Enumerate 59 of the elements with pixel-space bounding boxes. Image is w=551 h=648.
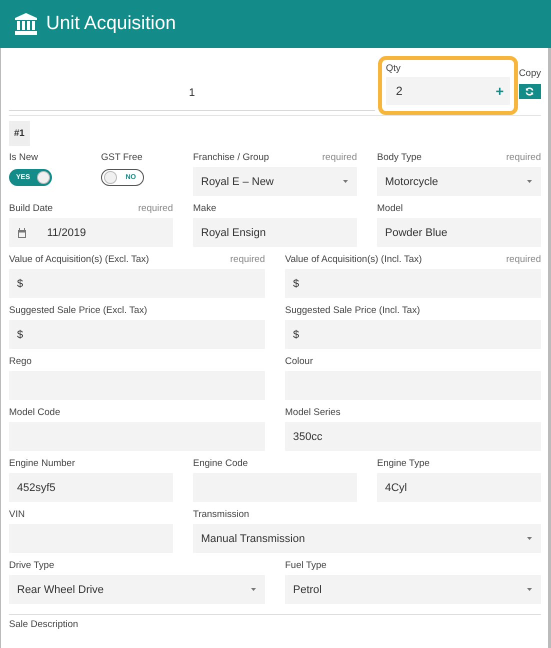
select-field[interactable]: Petrol bbox=[285, 575, 541, 604]
input-field[interactable]: 350cc bbox=[285, 422, 541, 451]
bank-icon bbox=[14, 13, 38, 35]
field-label: Is New bbox=[9, 152, 38, 165]
required-note: required bbox=[506, 254, 541, 267]
unit-number-badge: #1 bbox=[9, 121, 30, 146]
caret-icon bbox=[526, 179, 533, 184]
required-note: required bbox=[506, 152, 541, 165]
copy-button[interactable] bbox=[518, 84, 541, 99]
caret-icon bbox=[250, 587, 257, 592]
unit-tab[interactable]: 1 bbox=[9, 60, 375, 111]
field-label: Engine Type bbox=[377, 458, 430, 471]
refresh-icon bbox=[525, 87, 534, 96]
field-label: Colour bbox=[285, 356, 313, 369]
field-label: GST Free bbox=[101, 152, 143, 165]
select-field[interactable]: Motorcycle bbox=[377, 167, 541, 196]
field-label: Rego bbox=[9, 356, 32, 369]
field-label: Suggested Sale Price (Incl. Tax) bbox=[285, 305, 420, 318]
required-note: required bbox=[230, 254, 265, 267]
field-label: Value of Acquisition(s) (Excl. Tax) bbox=[9, 254, 150, 267]
field-label: Engine Number bbox=[9, 458, 76, 471]
field-label: Model Series bbox=[285, 407, 340, 420]
caret-icon bbox=[526, 536, 533, 541]
field-label: Value of Acquisition(s) (Incl. Tax) bbox=[285, 254, 422, 267]
field-label: Body Type bbox=[377, 152, 422, 165]
select-field[interactable]: Royal E – New bbox=[193, 167, 357, 196]
field-label: VIN bbox=[9, 509, 25, 522]
copy-label: Copy bbox=[518, 68, 541, 79]
field-label: Engine Code bbox=[193, 458, 248, 471]
input-field[interactable]: Powder Blue bbox=[377, 218, 541, 247]
field-label: Model Code bbox=[9, 407, 60, 420]
calendar-icon bbox=[17, 228, 27, 238]
input-field[interactable]: 4Cyl bbox=[377, 473, 541, 502]
field-label: Fuel Type bbox=[285, 560, 327, 573]
required-note: required bbox=[322, 152, 357, 165]
section-label: Sale Description bbox=[9, 619, 80, 630]
caret-icon bbox=[342, 179, 349, 184]
field-label: Model bbox=[377, 203, 403, 216]
currency-field[interactable]: $ bbox=[9, 269, 265, 298]
date-field[interactable]: 11/2019 bbox=[9, 218, 173, 247]
currency-field[interactable]: $ bbox=[285, 269, 541, 298]
qty-label: Qty bbox=[386, 63, 402, 74]
plus-button[interactable]: + bbox=[496, 83, 504, 99]
field-label: Transmission bbox=[193, 509, 250, 522]
field-label: Drive Type bbox=[9, 560, 54, 573]
select-field[interactable]: Rear Wheel Drive bbox=[9, 575, 265, 604]
input-field[interactable]: 452syf5 bbox=[9, 473, 173, 502]
qty-field[interactable]: 2 + bbox=[386, 77, 510, 105]
required-note: required bbox=[138, 203, 173, 216]
input-field[interactable]: Royal Ensign bbox=[193, 218, 357, 247]
currency-field[interactable]: $ bbox=[9, 320, 265, 349]
field-label: Make bbox=[193, 203, 216, 216]
select-field[interactable]: Manual Transmission bbox=[193, 524, 541, 553]
window-title: Unit Acquisition bbox=[46, 13, 176, 35]
currency-field[interactable]: $ bbox=[285, 320, 541, 349]
caret-icon bbox=[526, 587, 533, 592]
field-label: Build Date bbox=[9, 203, 53, 216]
field-label: Franchise / Group bbox=[193, 152, 270, 165]
field-label: Suggested Sale Price (Excl. Tax) bbox=[9, 305, 148, 318]
